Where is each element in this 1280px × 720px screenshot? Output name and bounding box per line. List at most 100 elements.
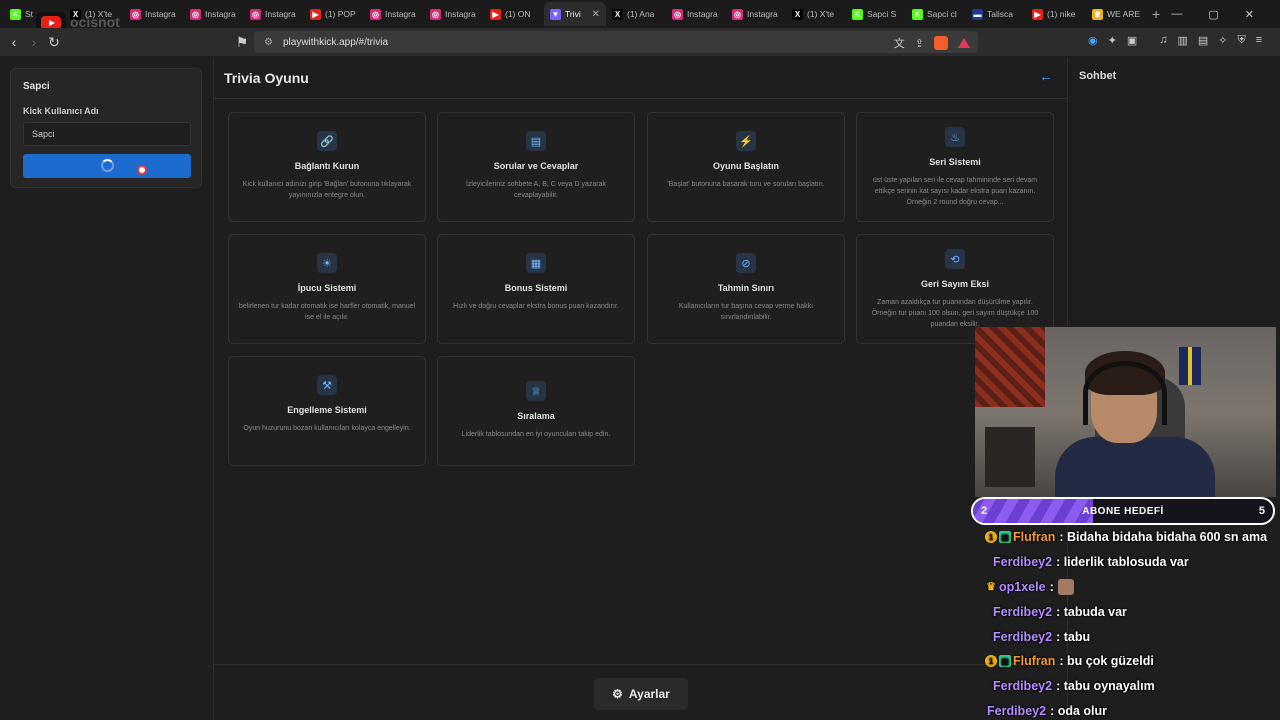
link-icon: 🔗 — [317, 131, 337, 151]
browser-tab[interactable]: ◎ Instagra — [424, 2, 484, 26]
chat-title: Sohbet — [1079, 70, 1117, 82]
history-icon: ⟲ — [945, 249, 965, 269]
tab-favicon-icon: ▶ — [490, 8, 501, 20]
not-allowed-cursor-icon — [137, 165, 147, 175]
close-window-icon[interactable]: ✕ — [1245, 8, 1254, 21]
back-arrow-icon[interactable]: ← — [1039, 68, 1053, 84]
sidebar-toggle-icon[interactable]: ▥ — [1177, 34, 1187, 47]
chat-username: Flufran — [1013, 530, 1056, 545]
emote-icon — [1057, 578, 1074, 595]
chat-username: Ferdibey2 — [993, 679, 1053, 694]
translate-icon[interactable]: 文 — [894, 35, 905, 51]
divider — [214, 664, 1067, 665]
tab-favicon-icon: ◎ — [190, 8, 201, 20]
browser-tab[interactable]: ▶ (1) ON — [484, 2, 544, 26]
user-block-icon: ⚒ — [317, 375, 337, 395]
forward-icon[interactable]: › — [24, 34, 44, 50]
browser-tab[interactable]: ◎ Instagra — [726, 2, 786, 26]
divider — [214, 98, 1067, 99]
browser-tab[interactable]: ◎ Instagra — [184, 2, 244, 26]
new-tab-button[interactable]: + — [1152, 6, 1160, 22]
settings-button[interactable]: ⚙ Ayarlar — [594, 678, 688, 710]
subscriber-badge-icon: ▦ — [999, 655, 1011, 668]
tab-title: Instagra — [205, 9, 236, 19]
username-input[interactable]: Sapci — [23, 122, 191, 146]
tab-title: (1) X'te — [807, 9, 835, 19]
card-description: Oyun huzurunu bozan kullanıcıları kolayc… — [243, 425, 411, 432]
browser-tab[interactable]: K Sapci S — [846, 2, 906, 26]
chat-text: : oda olur — [1050, 703, 1108, 718]
settings-label: Ayarlar — [628, 687, 670, 701]
reload-icon[interactable]: ↻ — [44, 34, 64, 51]
browser-tab[interactable]: K Sapci cl — [906, 2, 966, 26]
tab-title: Sapci cl — [927, 9, 957, 19]
card-description: Zaman azaldıkça tur puanından düşürülme … — [871, 299, 1039, 328]
menu-icon[interactable]: ≡ — [1256, 34, 1262, 47]
browser-tab[interactable]: ◎ Instagra — [364, 2, 424, 26]
tab-title: St — [25, 9, 34, 19]
chat-message: Ferdibey2: tabu oynayalım — [985, 674, 1280, 699]
tab-favicon-icon: ♛ — [1092, 8, 1103, 20]
browser-tab[interactable]: ▬ Talisca — [966, 2, 1026, 26]
url-field[interactable]: ⚙ playwithkick.app/#/trivia 文 ⇪ — [254, 31, 978, 53]
browser-tab[interactable]: ♛ WE ARE — [1086, 2, 1146, 26]
card-description: İzleyicileriniz sohbete A, B, C veya D y… — [465, 181, 607, 199]
close-tab-icon[interactable]: ✕ — [592, 9, 600, 20]
crown-badge-icon: ♛ — [986, 581, 996, 594]
tab-title: Instagra — [265, 9, 296, 19]
browser-tab[interactable]: ▶ (1) POP — [304, 2, 364, 26]
extensions-icon[interactable]: ✦ — [1108, 34, 1117, 47]
bookmark-icon[interactable]: ⚑ — [232, 34, 252, 51]
tab-favicon-icon: K — [10, 8, 21, 20]
card-description: Hızlı ve doğru cevaplar ekstra bonus pua… — [453, 303, 619, 310]
share-icon[interactable]: ⇪ — [915, 37, 924, 50]
screenshot-icon[interactable]: ▣ — [1127, 34, 1137, 47]
vpn-icon[interactable]: ⛨ — [1238, 34, 1246, 47]
brave-rewards-icon[interactable] — [958, 38, 970, 48]
browser-tab[interactable]: ◎ Instagra — [124, 2, 184, 26]
browser-tab[interactable]: ▼ Trivi ✕ — [544, 2, 606, 26]
tab-favicon-icon: ◎ — [250, 8, 261, 20]
tab-favicon-icon: K — [912, 8, 923, 20]
media-icon[interactable]: ♫ — [1159, 34, 1167, 47]
tab-title: (1) POP — [325, 9, 356, 19]
chat-message: Ferdibey2: tabuda var — [985, 599, 1280, 624]
chat-text: : Bidaha bidaha bidaha 600 sn ama — [1059, 530, 1268, 545]
page-title: Trivia Oyunu — [224, 70, 309, 86]
tab-favicon-icon: ◎ — [130, 8, 141, 20]
card-title: Bonus Sistemi — [504, 283, 568, 293]
brave-shield-icon[interactable] — [934, 36, 948, 50]
tab-favicon-icon: ◎ — [370, 8, 381, 20]
browser-tab[interactable]: ◎ Instagra — [244, 2, 304, 26]
ban-icon: ⊘ — [736, 253, 756, 273]
url-actions: 文 ⇪ — [894, 35, 970, 51]
minimize-icon[interactable]: — — [1171, 8, 1182, 20]
back-icon[interactable]: ‹ — [4, 34, 24, 50]
wallet-icon[interactable]: ▤ — [1198, 34, 1208, 47]
maximize-icon[interactable]: ▢ — [1208, 8, 1218, 21]
sub-goal-bar: 2 ABONE HEDEFİ 5 — [971, 497, 1275, 525]
chat-text: : tabu — [1056, 629, 1091, 644]
card-title: İpucu Sistemi — [297, 283, 357, 293]
browser-tab[interactable]: X (1) Ana — [606, 2, 666, 26]
flame-icon: ♨ — [945, 127, 965, 147]
chat-message: 1 ▦ Flufran: Bidaha bidaha bidaha 600 sn a… — [985, 525, 1280, 550]
browser-tab[interactable]: X (1) X'te — [786, 2, 846, 26]
card-description: Kick kullanıcı adınızı girip 'Bağlan' bu… — [242, 181, 412, 199]
tab-favicon-icon: ▼ — [550, 8, 561, 20]
card-description: üst üste yapılan seri ile cevap tahminin… — [872, 177, 1038, 206]
browser-tab[interactable]: ▶ (1) nike — [1026, 2, 1086, 26]
speaker-icon[interactable]: ◉ — [1088, 34, 1098, 47]
browser-tab[interactable]: ◎ Instagra — [666, 2, 726, 26]
chat-text: : liderlik tablosuda var — [1056, 555, 1189, 570]
card-title: Sıralama — [517, 411, 555, 421]
leo-icon[interactable]: ✧ — [1218, 34, 1227, 47]
chat-text: : — [1049, 579, 1054, 594]
gifter-badge-icon: 1 — [985, 531, 997, 544]
sub-goal-label: ABONE HEDEFİ — [1082, 505, 1164, 517]
feature-card: ▦ Bonus Sistemi Hızlı ve doğru cevaplar ek… — [437, 234, 635, 344]
site-settings-icon[interactable]: ⚙ — [264, 37, 273, 48]
sub-goal-target: 5 — [1258, 505, 1265, 517]
loading-spinner-icon — [101, 159, 114, 172]
connect-button[interactable] — [23, 154, 191, 178]
